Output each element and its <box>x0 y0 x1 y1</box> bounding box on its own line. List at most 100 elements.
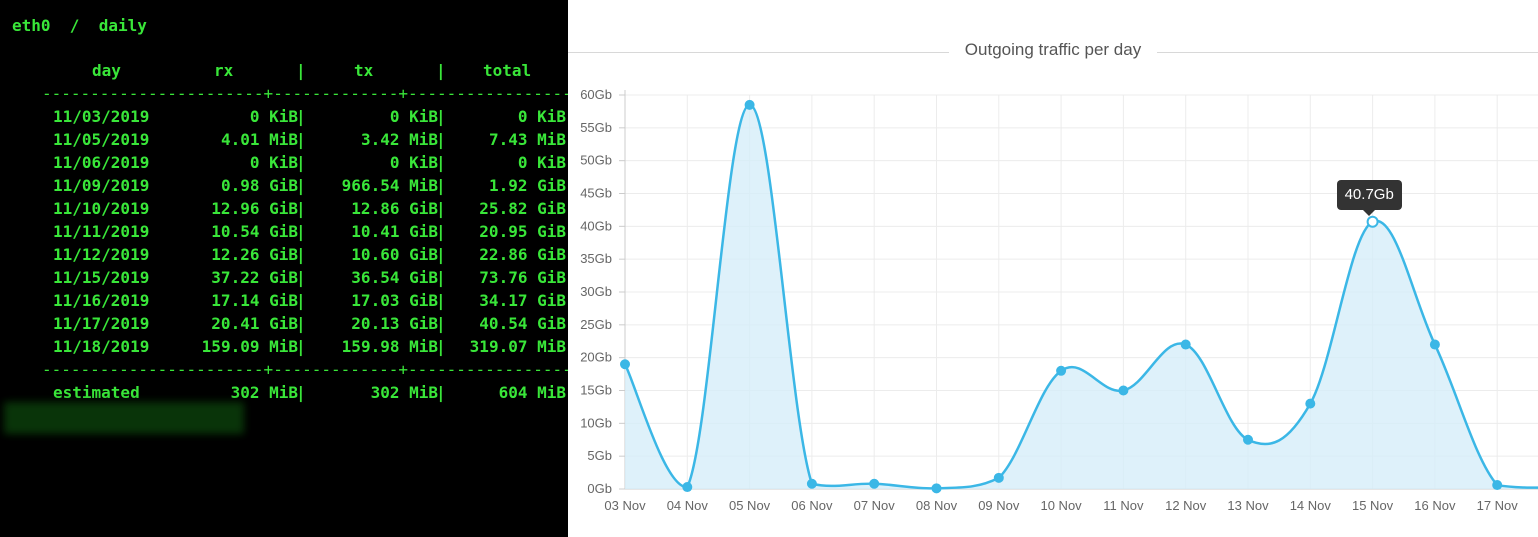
data-point <box>1243 434 1253 445</box>
rx-cell: 12.96 GiB <box>211 199 298 218</box>
col-sep: | <box>436 130 446 149</box>
col-sep: | <box>296 176 306 195</box>
rx-cell: 0 KiB <box>249 107 298 126</box>
rx-cell: 159.09 MiB <box>201 337 298 356</box>
y-tick-label: 5Gb <box>587 448 612 463</box>
y-tick-label: 35Gb <box>580 251 612 266</box>
y-tick-label: 55Gb <box>580 120 612 135</box>
col-sep: | <box>436 314 446 333</box>
x-tick-label: 12 Nov <box>1165 498 1207 513</box>
x-tick-label: 09 Nov <box>978 498 1020 513</box>
y-tick-label: 0Gb <box>587 481 612 496</box>
col-sep: | <box>296 291 306 310</box>
col-sep: | <box>436 61 446 80</box>
y-tick-label: 40Gb <box>580 218 612 233</box>
data-point <box>806 478 817 489</box>
col-tx: tx <box>354 61 374 80</box>
rx-cell: 20.41 GiB <box>211 314 298 333</box>
estimated-row: estimated 302 MiB | 302 MiB | 604 MiB <box>0 383 568 403</box>
estimated-rx: 302 MiB <box>230 383 298 402</box>
rx-cell: 4.01 MiB <box>220 130 298 149</box>
col-sep: | <box>436 383 446 402</box>
x-tick-label: 17 Nov <box>1477 498 1519 513</box>
terminal-window: eth0 / daily day rx | tx | total -------… <box>0 0 568 537</box>
total-cell: 1.92 GiB <box>488 176 566 195</box>
tx-cell: 20.13 GiB <box>351 314 438 333</box>
x-tick-label: 04 Nov <box>667 498 709 513</box>
y-tick-label: 10Gb <box>580 415 612 430</box>
traffic-area-chart[interactable]: 0Gb 5Gb 10Gb 15Gb 20Gb 25Gb 30Gb 35Gb 40Gb 45Gb 50… <box>568 0 1538 537</box>
data-point <box>1429 339 1440 350</box>
day-cell: 11/06/2019 <box>53 153 150 172</box>
col-sep: | <box>436 291 446 310</box>
column-header-row: day rx | tx | total <box>0 61 568 81</box>
table-row: 11/10/2019 12.96 GiB | 12.86 GiB | 25.82 GiB <box>0 199 568 219</box>
day-cell: 11/03/2019 <box>53 107 150 126</box>
blurred-redaction <box>4 402 244 434</box>
y-tick-label: 25Gb <box>580 317 612 332</box>
table-row: 11/12/2019 12.26 GiB | 10.60 GiB | 22.86 GiB <box>0 245 568 265</box>
data-point <box>869 478 880 489</box>
traffic-chart-panel: Outgoing traffic per day 0Gb 5Gb 10Gb 15Gb 2… <box>568 0 1538 537</box>
col-sep: | <box>436 222 446 241</box>
y-tick-label: 50Gb <box>580 153 612 168</box>
col-sep: | <box>296 268 306 287</box>
x-tick-label: 14 Nov <box>1290 498 1332 513</box>
estimated-tx: 302 MiB <box>370 383 438 402</box>
data-point <box>993 472 1004 483</box>
y-tick-label: 20Gb <box>580 350 612 365</box>
tx-cell: 36.54 GiB <box>351 268 438 287</box>
table-rule-bottom: -----------------------+-------------+--… <box>42 360 568 379</box>
col-sep: | <box>436 337 446 356</box>
data-point <box>682 482 693 493</box>
table-row: 11/16/2019 17.14 GiB | 17.03 GiB | 34.17 GiB <box>0 291 568 311</box>
day-cell: 11/18/2019 <box>53 337 150 356</box>
table-row: 11/11/2019 10.54 GiB | 10.41 GiB | 20.95 GiB <box>0 222 568 242</box>
total-cell: 0 KiB <box>517 107 566 126</box>
total-cell: 22.86 GiB <box>479 245 566 264</box>
day-cell: 11/05/2019 <box>53 130 150 149</box>
rx-cell: 0 KiB <box>249 153 298 172</box>
table-row: 11/06/2019 0 KiB | 0 KiB | 0 KiB <box>0 153 568 173</box>
col-sep: | <box>296 222 306 241</box>
tx-cell: 17.03 GiB <box>351 291 438 310</box>
x-tick-label: 10 Nov <box>1040 498 1082 513</box>
table-row: 11/17/2019 20.41 GiB | 20.13 GiB | 40.54 GiB <box>0 314 568 334</box>
rx-cell: 10.54 GiB <box>211 222 298 241</box>
y-tick-label: 15Gb <box>580 383 612 398</box>
data-point <box>1492 480 1503 491</box>
total-cell: 0 KiB <box>517 153 566 172</box>
day-cell: 11/17/2019 <box>53 314 150 333</box>
table-row: 11/18/2019 159.09 MiB | 159.98 MiB | 319.07 M… <box>0 337 568 357</box>
col-sep: | <box>436 153 446 172</box>
col-sep: | <box>296 314 306 333</box>
tx-cell: 0 KiB <box>389 153 438 172</box>
col-total: total <box>483 61 532 80</box>
col-day: day <box>92 61 121 80</box>
tx-cell: 966.54 MiB <box>341 176 438 195</box>
col-sep: | <box>436 199 446 218</box>
col-sep: | <box>296 199 306 218</box>
table-row: 11/05/2019 4.01 MiB | 3.42 MiB | 7.43 MiB <box>0 130 568 150</box>
data-point <box>1305 398 1316 409</box>
data-point <box>1118 385 1129 396</box>
total-cell: 20.95 GiB <box>479 222 566 241</box>
rx-cell: 37.22 GiB <box>211 268 298 287</box>
data-point <box>931 483 942 494</box>
col-sep: | <box>436 107 446 126</box>
x-tick-label: 03 Nov <box>604 498 646 513</box>
day-cell: 11/15/2019 <box>53 268 150 287</box>
tx-cell: 159.98 MiB <box>341 337 438 356</box>
total-cell: 25.82 GiB <box>479 199 566 218</box>
rx-cell: 0.98 GiB <box>220 176 298 195</box>
estimated-total: 604 MiB <box>498 383 566 402</box>
day-cell: 11/16/2019 <box>53 291 150 310</box>
total-cell: 40.54 GiB <box>479 314 566 333</box>
x-tick-label: 07 Nov <box>854 498 896 513</box>
tx-cell: 0 KiB <box>389 107 438 126</box>
estimated-label: estimated <box>53 383 140 402</box>
tx-cell: 12.86 GiB <box>351 199 438 218</box>
col-sep: | <box>436 245 446 264</box>
tx-cell: 10.41 GiB <box>351 222 438 241</box>
tx-cell: 3.42 MiB <box>360 130 438 149</box>
